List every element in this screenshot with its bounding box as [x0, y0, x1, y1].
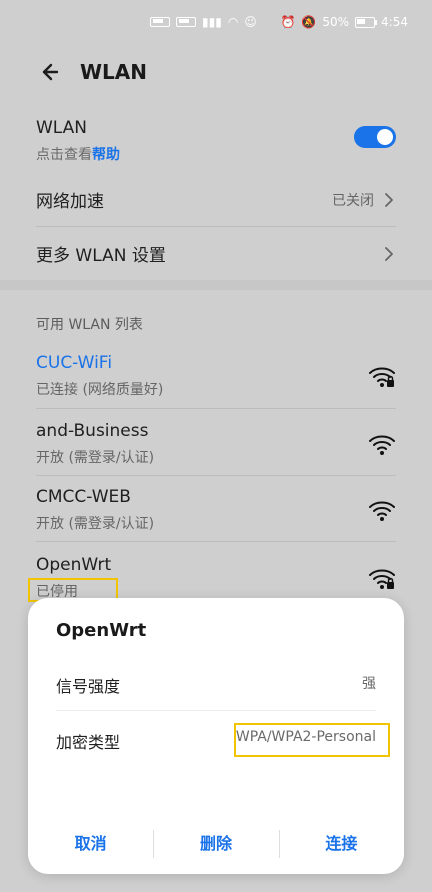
status-bar: ▮▮▮ ◠ ☺ ⏰ 🔕 50% 4:54: [0, 0, 432, 48]
wifi-status: 已连接 (网络质量好): [36, 382, 164, 398]
toggle-knob: [377, 129, 393, 145]
section-gap: [0, 280, 432, 290]
wifi-icon: [369, 501, 395, 521]
chevron-right-icon: [385, 193, 393, 207]
wifi-name: CUC-WiFi: [36, 353, 113, 373]
chevron-right-icon: [385, 247, 393, 261]
signal-strength-value: 强: [362, 676, 376, 692]
connect-button[interactable]: 连接: [278, 828, 404, 860]
wifi-status-icon: ◠: [227, 15, 239, 29]
battery-icon: [355, 16, 378, 28]
wifi-lock-icon: [369, 569, 395, 589]
back-button[interactable]: [34, 58, 62, 86]
encryption-type-row: 加密类型 WPA/WPA2-Personal: [56, 724, 376, 760]
page-title: WLAN: [80, 60, 148, 84]
wifi-name: CMCC-WEB: [36, 487, 131, 507]
sim-icon: [150, 17, 170, 27]
wlan-hint: 点击查看帮助: [36, 144, 396, 164]
delete-button[interactable]: 删除: [153, 828, 278, 860]
encryption-type-value: WPA/WPA2-Personal: [235, 729, 376, 745]
dialog-title: OpenWrt: [56, 620, 147, 641]
status-right: ⏰ 🔕 50% 4:54: [280, 15, 408, 29]
wifi-network-cmcc-web[interactable]: CMCC-WEB 开放 (需登录/认证): [36, 487, 396, 547]
help-link[interactable]: 帮助: [92, 147, 120, 163]
back-arrow-icon: [42, 63, 59, 81]
wlan-toggle-row[interactable]: WLAN 点击查看帮助: [36, 118, 396, 172]
alarm-icon: ⏰: [280, 15, 296, 29]
cancel-button[interactable]: 取消: [28, 828, 153, 860]
wifi-lock-icon: [369, 367, 395, 387]
wifi-status: 开放 (需登录/认证): [36, 516, 155, 532]
header: WLAN: [0, 50, 432, 96]
wifi-icon: [369, 435, 395, 455]
wifi-network-cuc[interactable]: CUC-WiFi 已连接 (网络质量好): [36, 353, 396, 413]
signal-icon: ▮▮▮: [202, 15, 222, 29]
available-wlan-title: 可用 WLAN 列表: [36, 317, 143, 333]
dialog-divider: [56, 710, 376, 711]
dialog-actions: 取消 删除 连接: [28, 828, 404, 860]
time: 4:54: [381, 15, 408, 29]
wifi-status: 开放 (需登录/认证): [36, 450, 155, 466]
wlan-toggle[interactable]: [354, 126, 396, 148]
network-boost-row[interactable]: 网络加速 已关闭: [36, 187, 396, 217]
mute-icon: 🔕: [301, 15, 317, 29]
divider: [36, 541, 396, 542]
wlan-label: WLAN: [36, 118, 88, 138]
signal-strength-label: 信号强度: [56, 677, 121, 696]
wifi-network-and-business[interactable]: and-Business 开放 (需登录/认证): [36, 421, 396, 481]
divider: [36, 226, 396, 227]
wifi-name: OpenWrt: [36, 555, 112, 575]
more-wlan-settings-row[interactable]: 更多 WLAN 设置: [36, 241, 396, 271]
network-details-dialog: OpenWrt 信号强度 强 加密类型 WPA/WPA2-Personal 取消…: [28, 598, 404, 874]
message-icon: ☺: [244, 15, 257, 29]
signal-strength-row: 信号强度 强: [56, 668, 376, 704]
wlan-settings-screen: ▮▮▮ ◠ ☺ ⏰ 🔕 50% 4:54 WLAN WLAN 点击查看帮助 网络…: [0, 0, 432, 892]
sim-icon-2: [176, 17, 196, 27]
wifi-name: and-Business: [36, 421, 149, 441]
status-left: ▮▮▮ ◠ ☺: [150, 15, 257, 29]
wlan-hint-prefix: 点击查看: [36, 147, 92, 163]
more-wlan-settings-label: 更多 WLAN 设置: [36, 246, 166, 266]
battery-percent: 50%: [322, 15, 350, 29]
encryption-type-label: 加密类型: [56, 733, 121, 752]
divider: [36, 475, 396, 476]
network-boost-value: 已关闭: [332, 193, 374, 209]
divider: [36, 408, 396, 409]
